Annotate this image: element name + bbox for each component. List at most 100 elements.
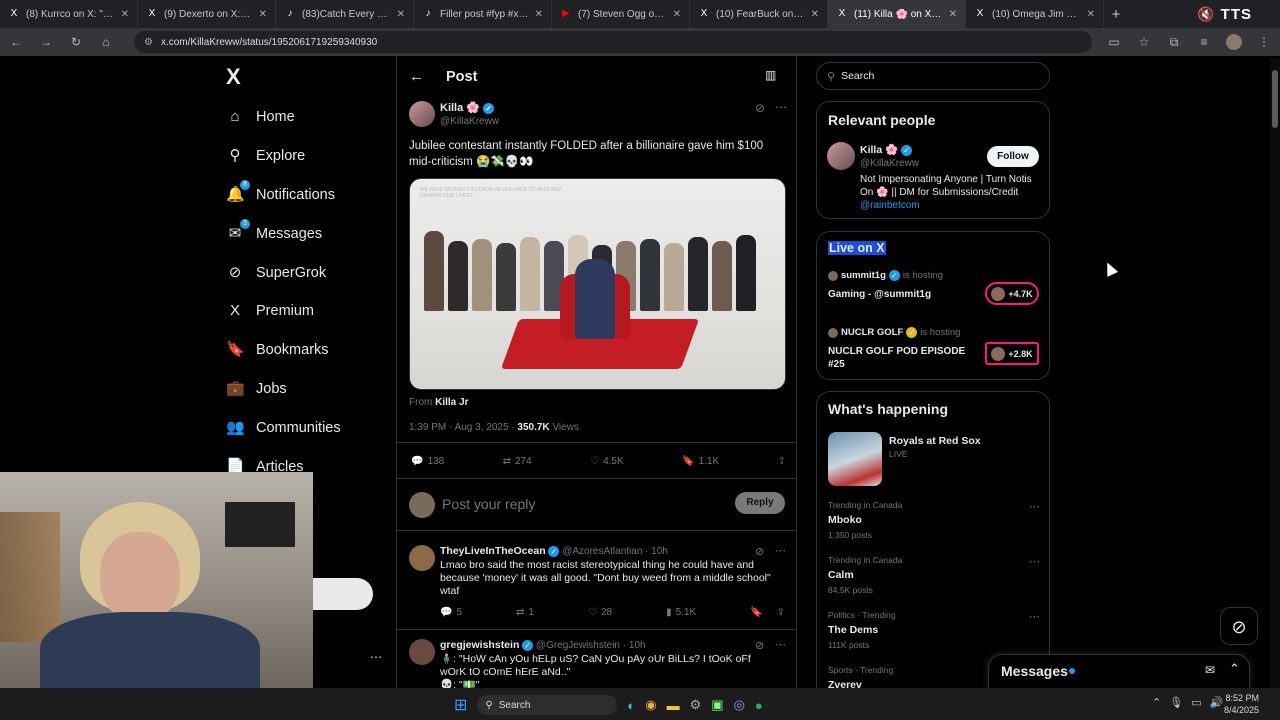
reply-input[interactable]: Post your reply — [442, 496, 535, 512]
reply-time[interactable]: · 10h — [645, 546, 668, 557]
more-options-icon[interactable]: ⋯ — [1029, 500, 1040, 513]
forward-icon[interactable]: → — [38, 35, 54, 49]
tray-expand-icon[interactable]: ⌃ — [1152, 696, 1161, 709]
grok-icon[interactable]: ⊘ — [755, 101, 765, 115]
search-box[interactable]: ⚲ Search — [816, 62, 1050, 90]
share-icon[interactable]: ⇪ — [777, 607, 785, 618]
new-tab-button[interactable]: + — [1104, 6, 1128, 23]
browser-tab[interactable]: ♪ (83)Catch Every Moment ✕ — [276, 0, 414, 28]
host-name[interactable]: NUCLR GOLF — [841, 327, 903, 338]
post-video[interactable]: WE HAVE SPOKEN YOU FROM REVEALABLE TO HE… — [409, 178, 786, 390]
media-control-icon[interactable]: ≡ — [1196, 35, 1212, 49]
close-tab-icon[interactable]: ✕ — [535, 9, 543, 20]
author-handle[interactable]: @KillaKreww — [440, 116, 499, 127]
windows-start-icon[interactable]: ⊞ — [454, 695, 467, 715]
scrollbar-thumb[interactable] — [1272, 70, 1278, 128]
nav-item-supergrok[interactable]: ⊘ SuperGrok — [226, 264, 326, 282]
post-time[interactable]: 1:39 PM · Aug 3, 2025 · — [409, 422, 515, 433]
live-item[interactable]: summit1g ✓ is hosting Gaming - @summit1g +4.… — [828, 270, 1040, 305]
spotify-icon[interactable]: ● — [755, 698, 763, 713]
reply-avatar[interactable] — [409, 639, 435, 665]
grok-icon[interactable]: ⊘ — [755, 545, 764, 558]
browser-tab[interactable]: X (10) FearBuck on X: "Mult ✕ — [690, 0, 828, 28]
nav-item-explore[interactable]: ⚲ Explore — [226, 147, 306, 165]
browser-tab[interactable]: ♪ Filler post #fyp #xqc #silly ✕ — [414, 0, 552, 28]
reply-button[interactable]: Reply — [735, 492, 785, 514]
reply-action[interactable]: 💬 5 — [440, 607, 462, 618]
reply-author-name[interactable]: TheyLiveInTheOcean — [440, 545, 546, 557]
trend-item[interactable]: Trending in Canada Mboko 1,350 posts ⋯ — [828, 500, 1040, 540]
reply-handle[interactable]: @AzoresAtlantian — [562, 546, 642, 557]
address-bar[interactable]: ⚙ x.com/KillaKreww/status/19520617192593… — [134, 31, 1092, 53]
more-options-icon[interactable]: ⋯ — [775, 638, 786, 651]
featured-title[interactable]: Royals at Red Sox — [889, 435, 981, 447]
bookmark-action[interactable]: 🔖 ⇪ — [750, 607, 785, 618]
views-action[interactable]: ▮ 5.1K — [666, 607, 696, 618]
featured-thumbnail[interactable] — [828, 432, 882, 486]
profile-avatar[interactable] — [1226, 34, 1242, 50]
reply-author-name[interactable]: gregjewishstein — [440, 639, 519, 651]
more-options-icon[interactable]: ⋯ — [1029, 610, 1040, 623]
close-tab-icon[interactable]: ✕ — [259, 9, 267, 20]
close-tab-icon[interactable]: ✕ — [949, 9, 957, 20]
repost-action[interactable]: ⇄ 274 — [503, 456, 532, 467]
more-options-icon[interactable]: ⋯ — [775, 100, 787, 114]
nav-item-premium[interactable]: X Premium — [226, 302, 314, 320]
expand-icon[interactable]: ⌃ — [1229, 661, 1240, 677]
nav-item-messages[interactable]: ✉ 3 Messages — [226, 219, 322, 243]
more-options-icon[interactable]: ⋯ — [775, 544, 786, 557]
video-source-name[interactable]: Killa Jr — [435, 397, 468, 408]
host-name[interactable]: summit1g — [841, 270, 886, 281]
reply-handle[interactable]: @GregJewishstein — [536, 640, 620, 651]
volume-icon[interactable]: 🔊 — [1210, 696, 1224, 709]
close-tab-icon[interactable]: ✕ — [1087, 9, 1095, 20]
close-tab-icon[interactable]: ✕ — [673, 9, 681, 20]
reload-icon[interactable]: ↻ — [68, 35, 84, 49]
discord-icon[interactable]: ◎ — [734, 697, 745, 713]
nav-item-home[interactable]: ⌂ Home — [226, 108, 294, 126]
trend-item[interactable]: Politics · Trending The Dems 111K posts ⋯ — [828, 610, 1040, 650]
back-icon[interactable]: ← — [8, 35, 24, 49]
person-handle[interactable]: @KillaKreww — [860, 158, 919, 169]
reader-view-icon[interactable]: ▥ — [765, 68, 776, 82]
page-scrollbar[interactable] — [1270, 58, 1280, 688]
live-count-badge[interactable]: +2.8K — [985, 342, 1039, 365]
chrome-icon[interactable]: ◉ — [645, 697, 656, 713]
x-logo[interactable]: X — [226, 64, 241, 90]
nav-item-communities[interactable]: 👥 Communities — [226, 419, 341, 437]
file-explorer-icon[interactable]: ▬ — [667, 698, 680, 713]
close-tab-icon[interactable]: ✕ — [811, 9, 819, 20]
back-arrow-icon[interactable]: ← — [409, 68, 424, 85]
browser-tab[interactable]: X (9) Dexerto on X: "Old Sc ✕ — [138, 0, 276, 28]
reply-time[interactable]: · 10h — [623, 640, 646, 651]
browser-menu-icon[interactable]: ⋮ — [1256, 35, 1272, 49]
browser-tab[interactable]: X (8) Kurrco on X: "HOMIXIDE ✕ — [0, 0, 138, 28]
nav-item-notifications[interactable]: 🔔 8 Notifications — [226, 180, 335, 204]
nav-item-jobs[interactable]: 💼 Jobs — [226, 380, 287, 398]
like-action[interactable]: ♡ 28 — [588, 607, 612, 618]
bio-link[interactable]: @rainbetcom — [860, 200, 920, 211]
trend-item[interactable]: Trending in Canada Calm 84.5K posts ⋯ — [828, 555, 1040, 595]
like-action[interactable]: ♡ 4.5K — [590, 456, 624, 467]
cast-icon[interactable]: ▭ — [1106, 35, 1122, 49]
settings-icon[interactable]: ⚙ — [690, 697, 702, 713]
messages-drawer[interactable]: Messages ✉ ⌃ — [988, 654, 1250, 688]
nav-item-bookmarks[interactable]: 🔖 Bookmarks — [226, 341, 329, 359]
author-avatar[interactable] — [409, 101, 435, 127]
bookmark-action[interactable]: 🔖 1.1K — [682, 456, 719, 467]
reply-avatar[interactable] — [409, 545, 435, 571]
author-name[interactable]: Killa 🌸 — [440, 102, 480, 114]
microphone-icon[interactable]: 🎙 — [1169, 696, 1183, 709]
close-tab-icon[interactable]: ✕ — [121, 9, 129, 20]
person-avatar[interactable] — [827, 142, 855, 170]
browser-tab[interactable]: X (10) Omega Jim 🟦 on X ✕ — [966, 0, 1104, 28]
new-message-icon[interactable]: ✉ — [1205, 663, 1215, 677]
close-tab-icon[interactable]: ✕ — [397, 9, 405, 20]
share-action[interactable]: ⇪ — [778, 456, 786, 467]
browser-tab[interactable]: X (11) Killa 🌸 on X: "Ju ✕ — [828, 0, 966, 28]
follow-button[interactable]: Follow — [987, 146, 1039, 167]
browser-tab[interactable]: ▶ (7) Steven Ogg on Trevor ✕ — [552, 0, 690, 28]
more-options-icon[interactable]: ⋯ — [370, 650, 382, 664]
game-icon[interactable]: ▣ — [711, 697, 723, 713]
taskbar-search[interactable]: ⚲ Search — [477, 695, 618, 715]
